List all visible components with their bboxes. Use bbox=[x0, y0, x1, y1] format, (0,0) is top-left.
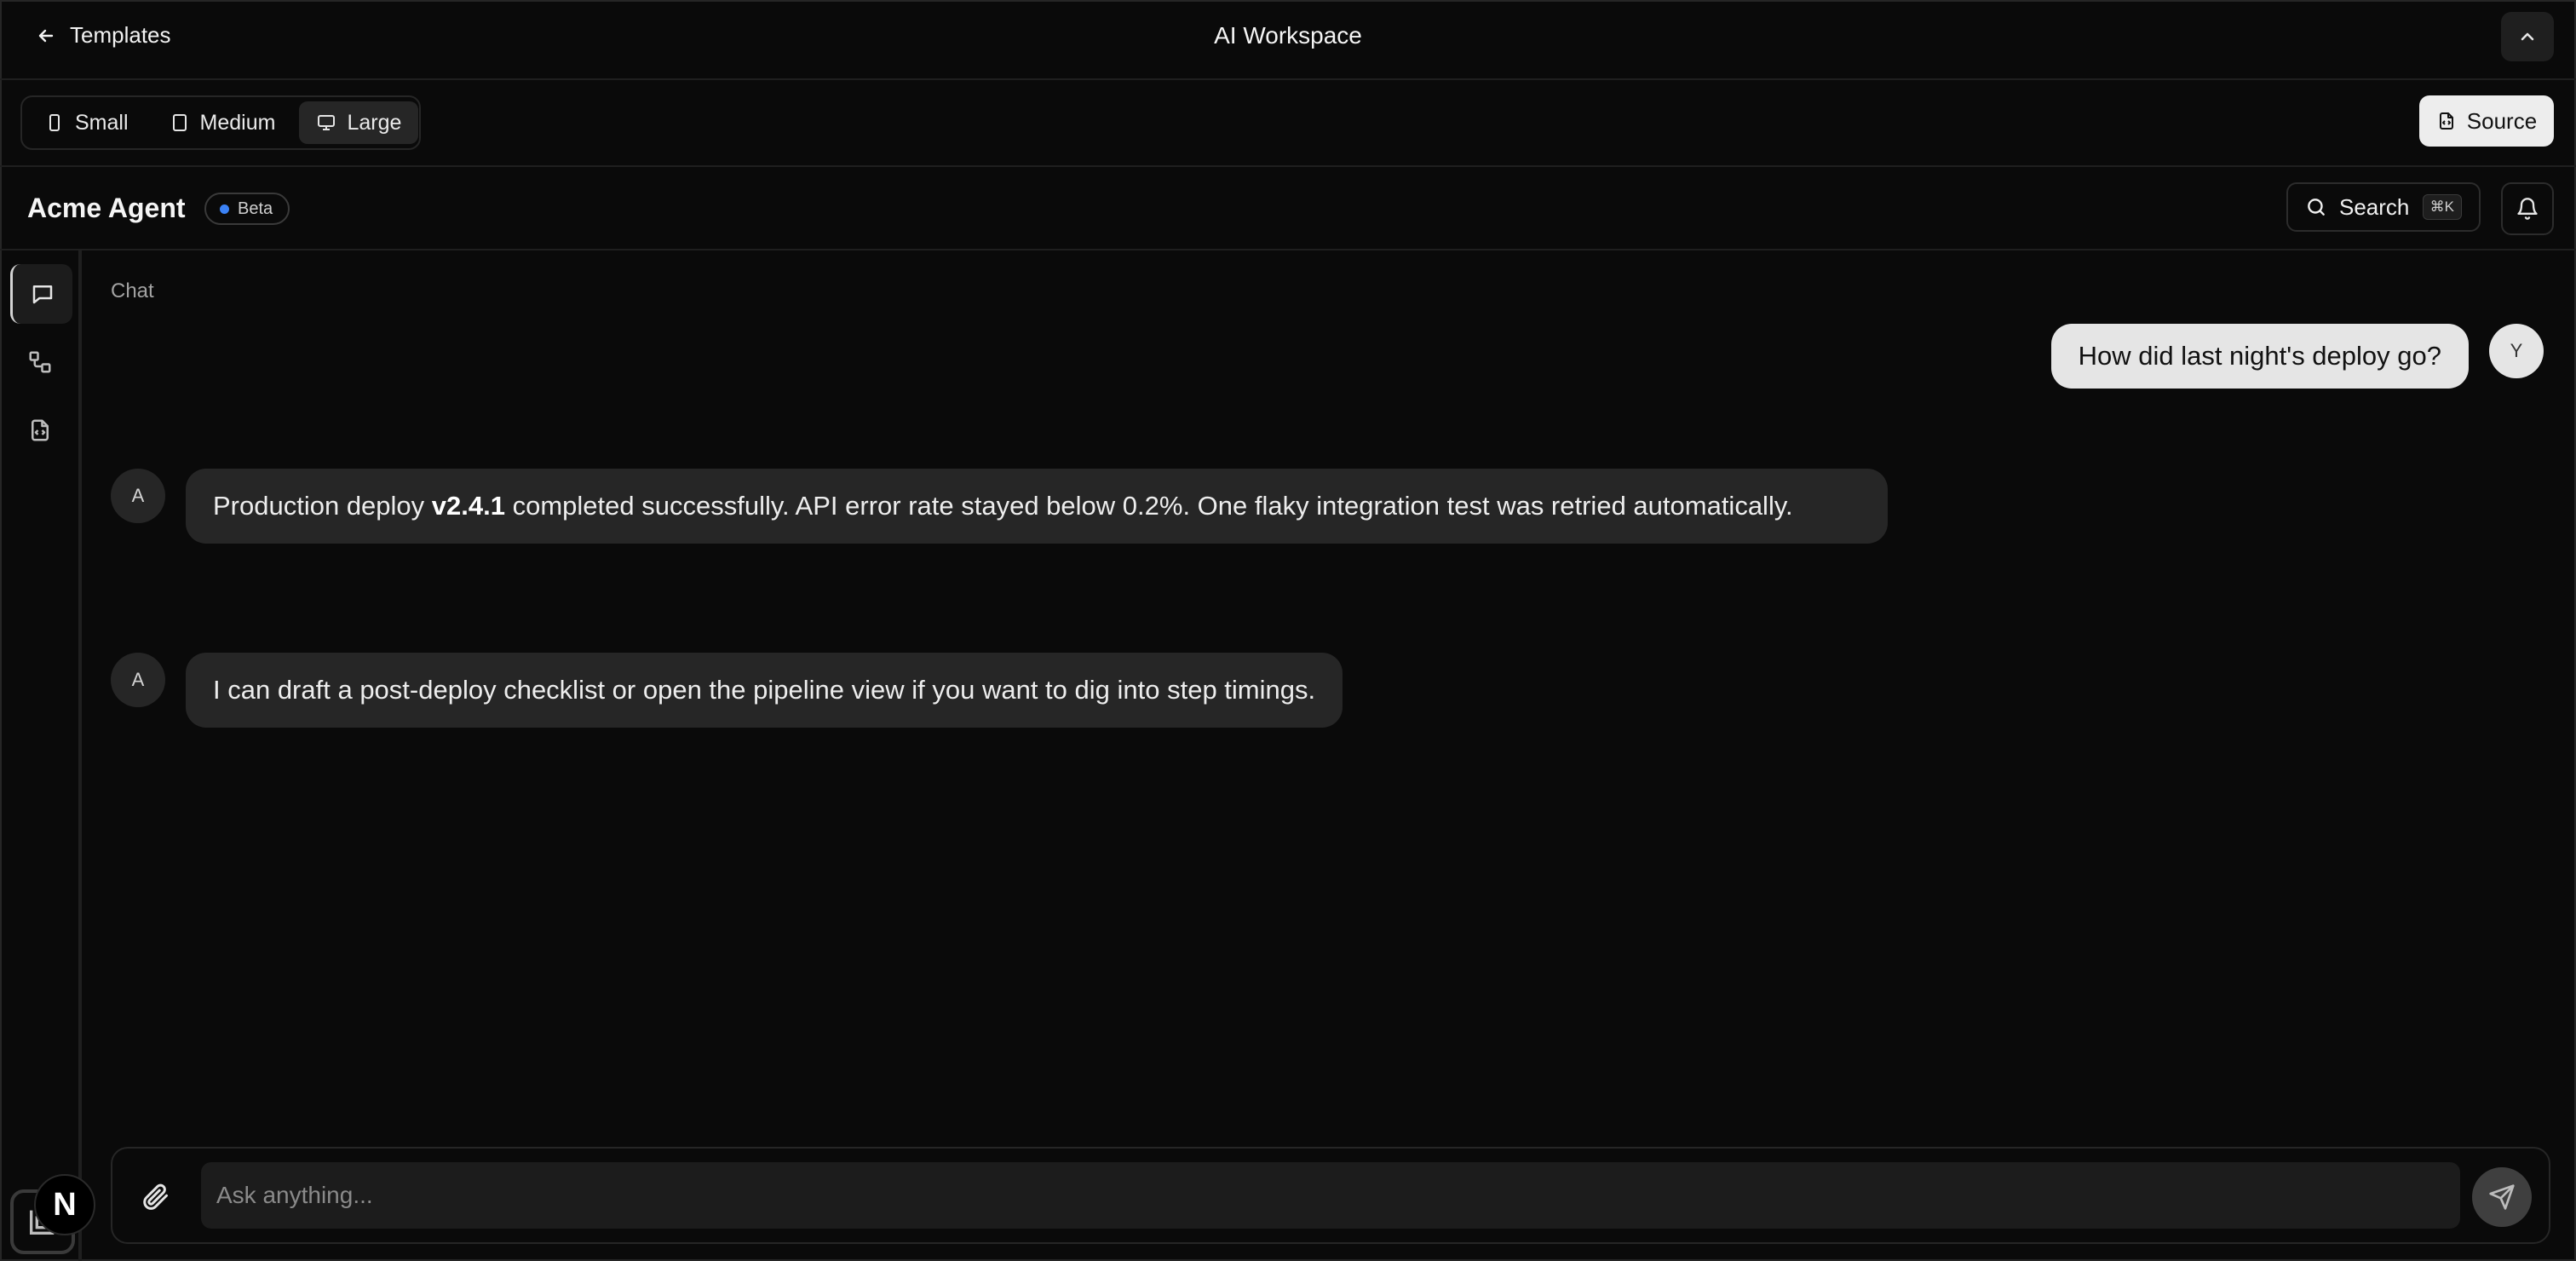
user-avatar: Y bbox=[2489, 324, 2544, 378]
size-medium-label: Medium bbox=[199, 110, 276, 135]
rail-workflow-button[interactable] bbox=[10, 332, 70, 392]
agent-message-bubble: Production deploy v2.4.1 completed succe… bbox=[186, 469, 1888, 544]
agent-message-row: A Production deploy v2.4.1 completed suc… bbox=[111, 469, 1888, 544]
badge-label: Beta bbox=[238, 199, 273, 218]
attach-button[interactable] bbox=[138, 1179, 172, 1213]
user-message-row: How did last night's deploy go? Y bbox=[2050, 324, 2544, 389]
source-button[interactable]: Source bbox=[2419, 95, 2554, 147]
app-name: Acme Agent bbox=[27, 193, 186, 223]
beta-badge: Beta bbox=[204, 193, 290, 225]
app-header: Acme Agent Beta Search ⌘K bbox=[0, 167, 2576, 250]
workflow-icon bbox=[29, 351, 51, 373]
agent-avatar: A bbox=[111, 469, 165, 523]
code-file-icon bbox=[2439, 112, 2453, 130]
bell-icon bbox=[2517, 198, 2538, 220]
message-composer bbox=[111, 1147, 2550, 1244]
search-button[interactable]: Search ⌘K bbox=[2286, 182, 2481, 232]
send-icon bbox=[2489, 1184, 2515, 1210]
size-large-button[interactable]: Large bbox=[299, 101, 419, 144]
size-small-label: Small bbox=[75, 110, 129, 135]
size-medium-button[interactable]: Medium bbox=[152, 101, 293, 144]
agent-msg1-version: v2.4.1 bbox=[431, 491, 505, 521]
rail-chat-button[interactable] bbox=[10, 264, 72, 324]
agent-avatar: A bbox=[111, 653, 165, 707]
agent-message-bubble: I can draft a post-deploy checklist or o… bbox=[186, 653, 1343, 728]
chevron-up-icon bbox=[2521, 32, 2534, 41]
source-label: Source bbox=[2466, 107, 2538, 134]
notifications-button[interactable] bbox=[2501, 182, 2554, 235]
agent-msg1-post: completed successfully. API error rate s… bbox=[504, 491, 1793, 521]
viewport-size-toggle: Small Medium Large bbox=[20, 95, 421, 150]
tablet-icon bbox=[172, 114, 187, 131]
rail-code-button[interactable] bbox=[10, 400, 70, 460]
chat-section-label: Chat bbox=[111, 279, 154, 302]
phone-icon bbox=[49, 114, 60, 131]
chat-icon bbox=[32, 285, 53, 304]
code-file-icon bbox=[32, 419, 49, 441]
viewport-size-bar: Small Medium Large Source bbox=[0, 80, 2576, 167]
paperclip-icon bbox=[143, 1183, 168, 1210]
app-logo[interactable]: N bbox=[34, 1174, 95, 1235]
collapse-button[interactable] bbox=[2501, 12, 2554, 61]
top-bar: Templates AI Workspace bbox=[0, 0, 2576, 80]
status-dot-icon bbox=[220, 204, 229, 214]
monitor-icon bbox=[318, 115, 336, 130]
size-large-label: Large bbox=[347, 110, 402, 135]
sidebar-rail bbox=[0, 250, 82, 1261]
user-message-bubble: How did last night's deploy go? bbox=[2050, 324, 2469, 389]
size-small-button[interactable]: Small bbox=[27, 101, 146, 144]
search-label: Search bbox=[2339, 193, 2410, 220]
page-title: AI Workspace bbox=[1214, 22, 1362, 49]
message-input[interactable] bbox=[201, 1162, 2460, 1229]
search-icon bbox=[2308, 199, 2325, 216]
agent-message-row: A I can draft a post-deploy checklist or… bbox=[111, 653, 1343, 728]
send-button[interactable] bbox=[2472, 1167, 2532, 1227]
search-shortcut: ⌘K bbox=[2422, 194, 2462, 220]
agent-msg1-pre: Production deploy bbox=[213, 491, 432, 521]
